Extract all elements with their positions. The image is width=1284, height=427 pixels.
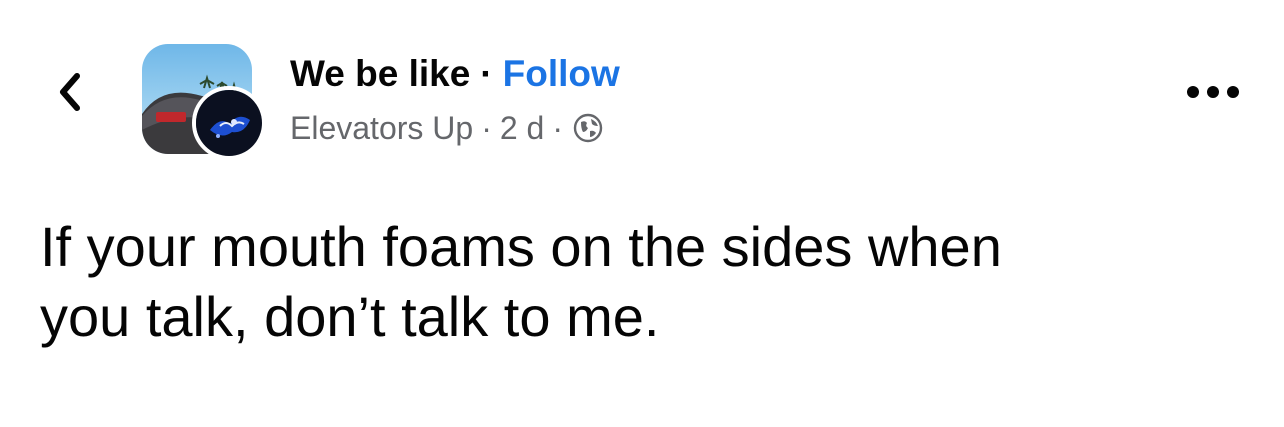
author-name-link[interactable]: Elevators Up xyxy=(290,108,473,148)
post-header: We be like · Follow Elevators Up · 2 d · xyxy=(290,50,620,148)
title-separator: · xyxy=(480,53,493,94)
avatar-group xyxy=(142,44,268,162)
post-text-line: If your mouth foams on the sides when xyxy=(40,215,1002,278)
title-row: We be like · Follow xyxy=(290,50,620,98)
follow-button[interactable]: Follow xyxy=(503,50,620,98)
profile-avatar[interactable] xyxy=(192,86,266,160)
meta-row: Elevators Up · 2 d · xyxy=(290,108,620,148)
globe-icon xyxy=(573,113,603,143)
more-options-icon xyxy=(1187,86,1239,98)
post-timestamp[interactable]: 2 d xyxy=(500,108,544,148)
post-body: If your mouth foams on the sides when yo… xyxy=(40,212,1240,352)
post-text-line: you talk, don’t talk to me. xyxy=(40,285,660,348)
meta-separator: · xyxy=(481,110,492,146)
more-options-button[interactable] xyxy=(1182,74,1244,110)
chevron-left-icon xyxy=(60,73,80,111)
back-button[interactable] xyxy=(42,62,98,122)
meta-separator-2: · xyxy=(552,110,563,146)
group-name-link[interactable]: We be like xyxy=(290,50,470,98)
